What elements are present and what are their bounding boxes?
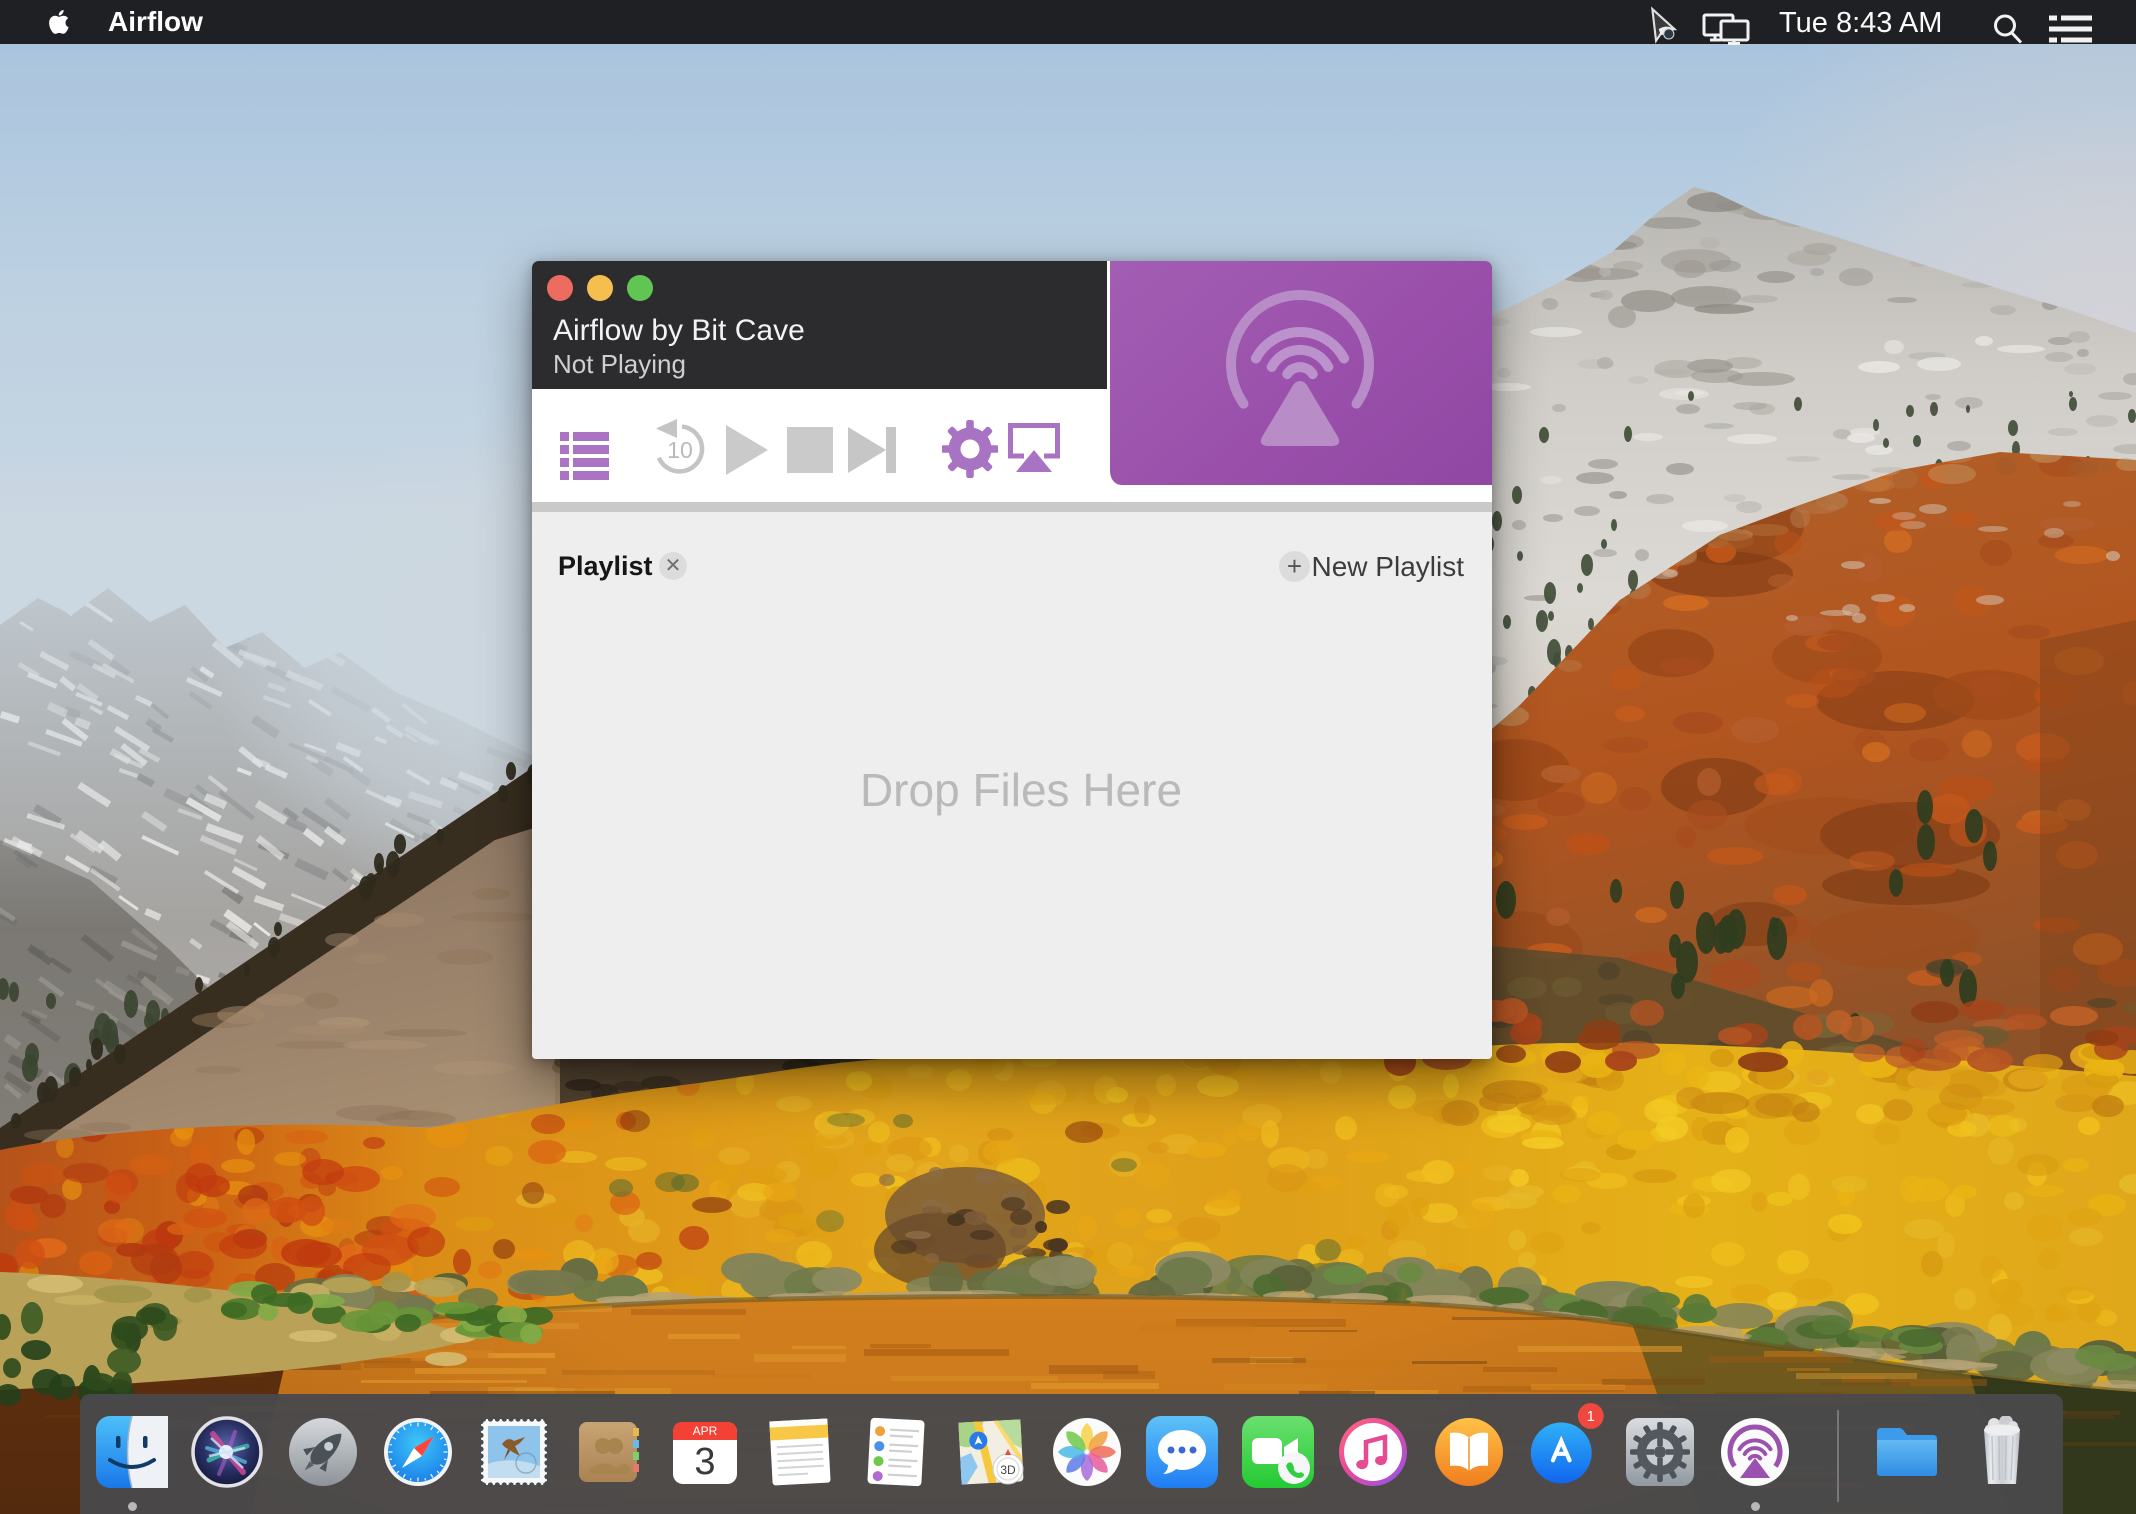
svg-text:10: 10 bbox=[667, 437, 693, 463]
svg-text:1: 1 bbox=[1587, 1409, 1595, 1425]
svg-text:APR: APR bbox=[693, 1424, 718, 1438]
svg-text:3: 3 bbox=[694, 1441, 715, 1483]
svg-text:3D: 3D bbox=[1000, 1463, 1016, 1477]
